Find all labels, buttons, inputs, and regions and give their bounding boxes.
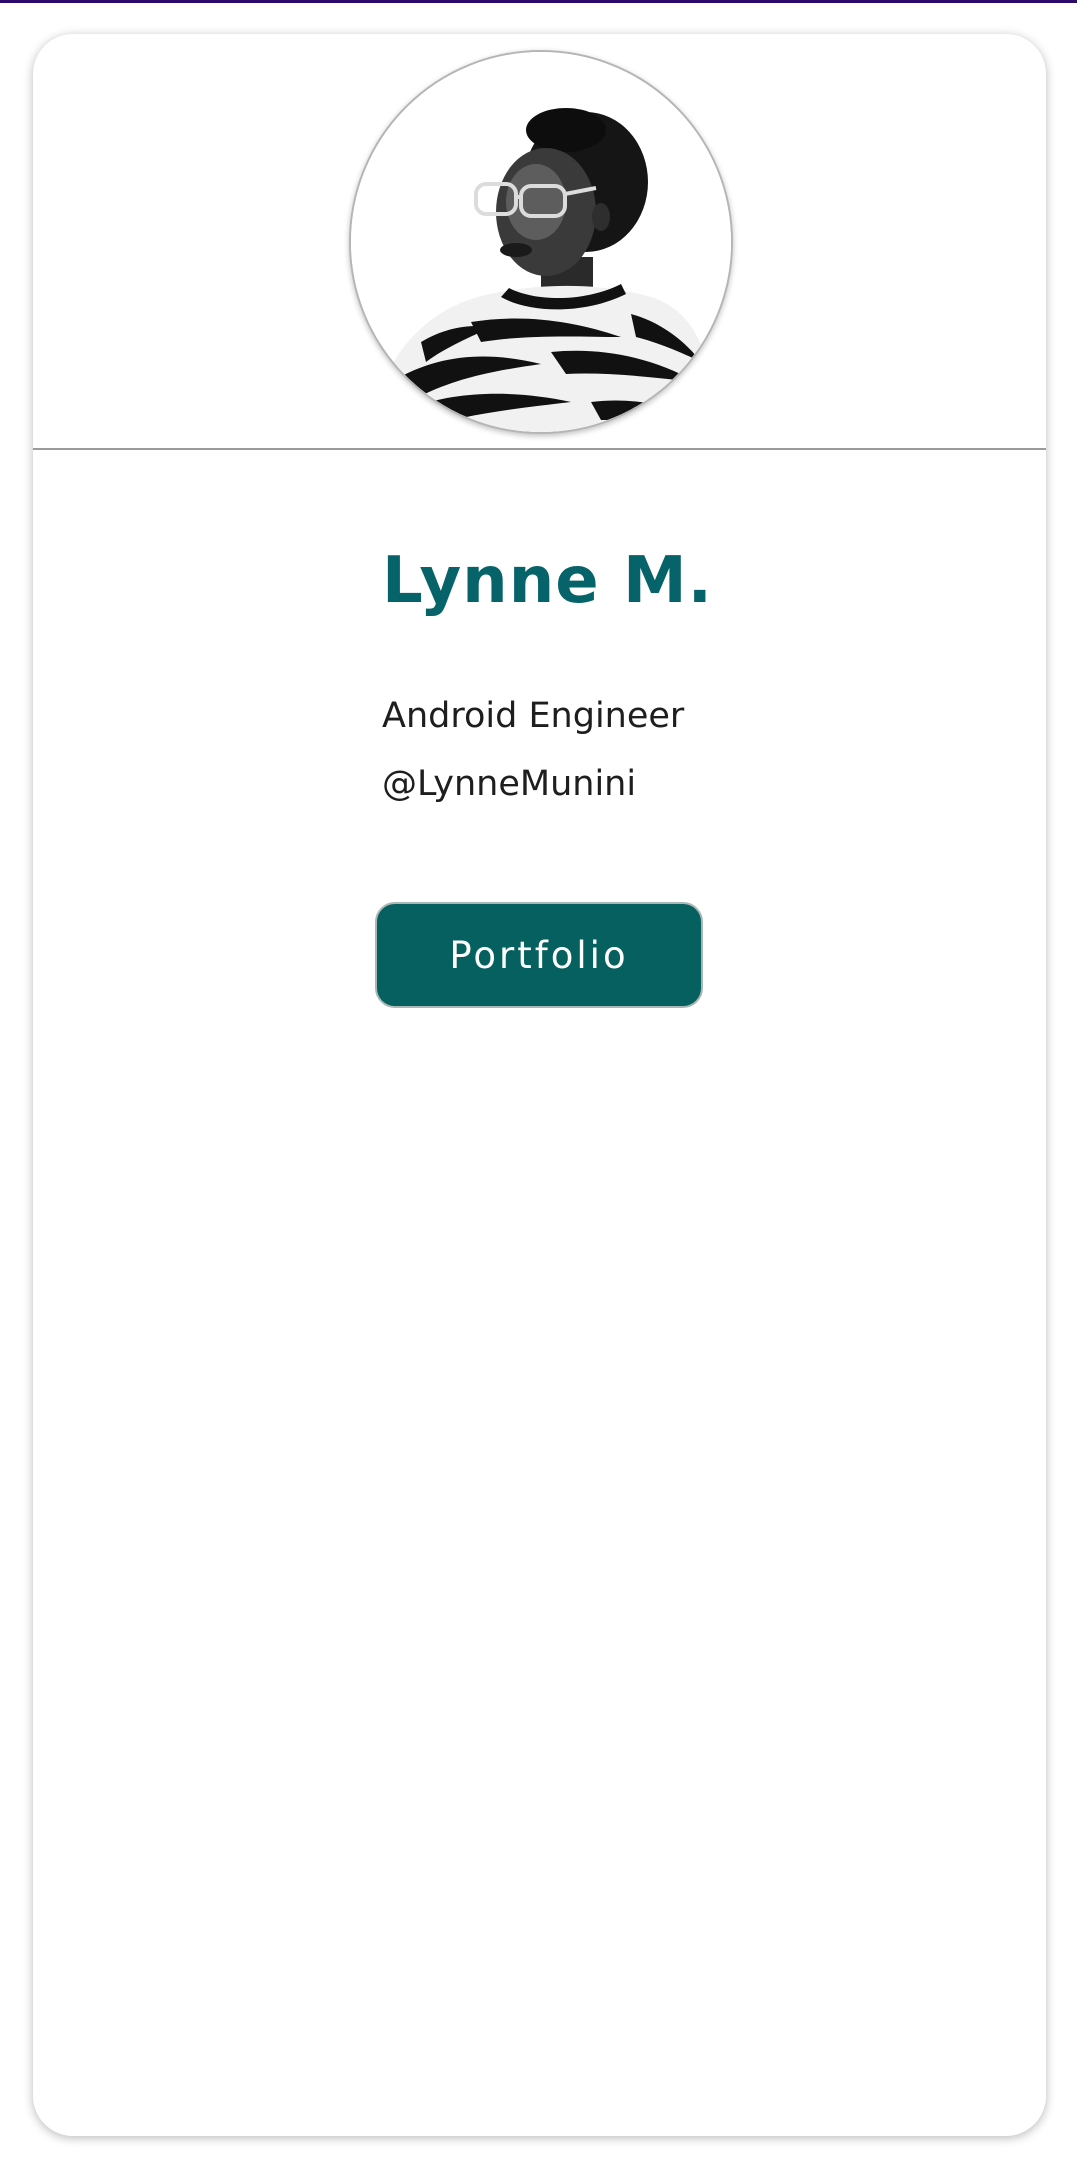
profile-role: Android Engineer — [382, 696, 685, 736]
profile-name: Lynne M. — [382, 544, 713, 618]
avatar — [349, 50, 733, 434]
header-divider — [33, 448, 1046, 450]
profile-handle: @LynneMunini — [382, 764, 637, 804]
status-strip — [0, 0, 1077, 3]
profile-card: Lynne M. Android Engineer @LynneMunini P… — [33, 34, 1046, 2136]
profile-photo — [351, 52, 731, 432]
portfolio-button[interactable]: Portfolio — [375, 902, 703, 1008]
